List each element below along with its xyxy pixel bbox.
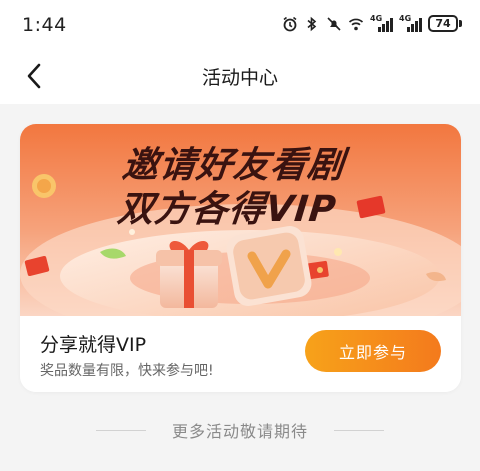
page-title: 活动中心 — [201, 67, 278, 89]
banner-line-1: 邀请好友看剧 — [120, 145, 347, 186]
network-label: 4G — [399, 13, 412, 23]
join-now-button[interactable]: 立即参与 — [305, 330, 441, 372]
nav-bar: 活动中心 — [0, 48, 480, 104]
status-bar: 1:44 4G 4G 74 — [0, 0, 480, 48]
activity-banner[interactable]: 邀请好友看剧 双方各得VIP — [20, 124, 461, 344]
wifi-icon — [348, 18, 364, 30]
more-activities-footer: 更多活动敬请期待 — [0, 418, 480, 442]
battery-level: 74 — [428, 15, 458, 32]
bluetooth-icon — [307, 16, 317, 31]
activity-title: 分享就得VIP — [40, 334, 147, 356]
activity-card[interactable]: 邀请好友看剧 双方各得VIP 分享就得VIP 奖品数量有限，快来参与吧! 立即参… — [20, 124, 461, 392]
signal-4g-icon: 4G — [370, 13, 393, 32]
alarm-icon — [283, 16, 297, 31]
banner-line-2: 双方各得VIP — [115, 189, 339, 230]
activity-subtitle: 奖品数量有限，快来参与吧! — [40, 363, 214, 379]
divider-right — [334, 429, 384, 431]
more-activities-text: 更多活动敬请期待 — [171, 422, 308, 441]
signal-4g-icon: 4G — [399, 13, 422, 32]
status-time: 1:44 — [22, 14, 67, 36]
banner-headline: 邀请好友看剧 双方各得VIP — [115, 144, 347, 232]
divider-left — [95, 429, 146, 431]
mute-icon — [327, 16, 341, 31]
network-label: 4G — [370, 13, 383, 23]
status-icons: 4G 4G 74 — [282, 13, 462, 32]
battery-indicator: 74 — [428, 15, 462, 32]
activity-info: 分享就得VIP 奖品数量有限，快来参与吧! 立即参与 — [20, 316, 461, 392]
